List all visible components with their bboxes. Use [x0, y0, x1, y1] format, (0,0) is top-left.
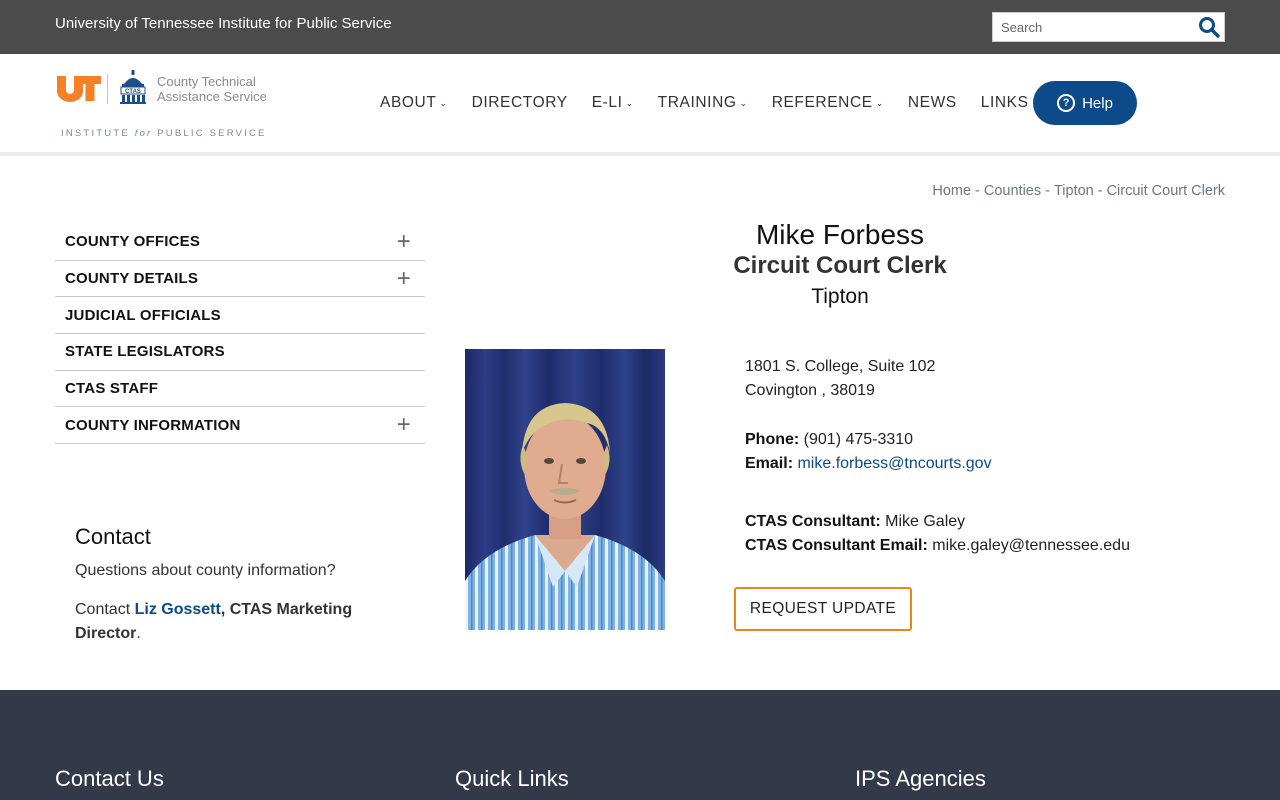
- help-button[interactable]: ? Help: [1033, 81, 1137, 125]
- email-label: Email:: [745, 455, 794, 472]
- logo-divider: [107, 74, 108, 104]
- consultant-row: CTAS Consultant: Mike Galey: [745, 510, 1225, 534]
- main-nav: ABOUT ⌄ DIRECTORY E-LI ⌄ TRAINING ⌄ REFEREN…: [368, 81, 1041, 125]
- official-title: Circuit Court Clerk: [733, 252, 947, 279]
- contact-box: Contact Questions about county informati…: [75, 524, 415, 646]
- top-bar: University of Tennessee Institute for Pu…: [0, 0, 1280, 54]
- search-box[interactable]: [992, 12, 1225, 42]
- sidebar-item-label: JUDICIAL OFFICIALS: [65, 306, 221, 324]
- consultant-email: mike.galey@tennessee.edu: [927, 537, 1130, 554]
- nav-directory-label: DIRECTORY: [471, 94, 568, 111]
- breadcrumb-home[interactable]: Home: [932, 183, 971, 199]
- ctas-name: County Technical Assistance Service: [157, 74, 267, 104]
- contact-question: Questions about county information?: [75, 562, 336, 579]
- sidebar-item-county-offices[interactable]: COUNTY OFFICES +: [55, 224, 425, 261]
- ctas-logo[interactable]: CTAS County Technical Assistance Service…: [55, 68, 285, 139]
- chevron-down-icon: ⌄: [739, 97, 748, 108]
- nav-reference[interactable]: REFERENCE ⌄: [760, 94, 896, 112]
- email-row: Email: mike.forbess@tncourts.gov: [745, 452, 1225, 476]
- sidebar-item-label: STATE LEGISLATORS: [65, 343, 225, 361]
- sidebar-item-judicial-officials[interactable]: JUDICIAL OFFICIALS: [55, 297, 425, 335]
- chevron-down-icon: ⌄: [439, 97, 448, 108]
- nav-training[interactable]: TRAINING ⌄: [646, 94, 760, 112]
- expand-plus-icon[interactable]: +: [397, 413, 411, 437]
- nav-links[interactable]: LINKS: [969, 94, 1041, 112]
- nav-reference-label: REFERENCE: [771, 94, 873, 111]
- nav-directory[interactable]: DIRECTORY: [460, 94, 580, 112]
- chevron-down-icon: ⌄: [875, 97, 884, 108]
- ctas-name-line1: County Technical: [157, 74, 256, 89]
- header-divider: [0, 152, 1280, 156]
- consultant-name: Mike Galey: [880, 513, 966, 530]
- official-name: Mike Forbess: [755, 219, 925, 250]
- contact-heading: Contact: [75, 524, 151, 549]
- ips-tagline-for: for: [134, 128, 153, 139]
- sidebar-item-county-information[interactable]: COUNTY INFORMATION +: [55, 407, 425, 445]
- nav-training-label: TRAINING: [657, 94, 737, 111]
- breadcrumb-separator: -: [1097, 183, 1103, 199]
- institute-name[interactable]: University of Tennessee Institute for Pu…: [55, 15, 392, 32]
- consultant-email-label: CTAS Consultant Email:: [745, 537, 928, 554]
- contact-suffix: .: [136, 625, 141, 642]
- nav-about[interactable]: ABOUT ⌄: [368, 94, 460, 112]
- sidebar-item-label: CTAS STAFF: [65, 380, 159, 398]
- email-link[interactable]: mike.forbess@tncourts.gov: [797, 455, 991, 472]
- question-circle-icon: ?: [1057, 94, 1076, 112]
- breadcrumb: Home - Counties - Tipton - Circuit Court Clerk: [932, 183, 1225, 199]
- request-update-button[interactable]: REQUEST UPDATE: [734, 587, 912, 631]
- nav-news-label: NEWS: [907, 94, 957, 111]
- ctas-name-line2: Assistance Service: [157, 89, 267, 104]
- nav-e-li-label: E-LI: [591, 94, 623, 111]
- chevron-down-icon: ⌄: [625, 97, 634, 108]
- ips-tagline-start: INSTITUTE: [61, 128, 135, 139]
- search-icon[interactable]: [1198, 16, 1220, 38]
- nav-links-label: LINKS: [980, 94, 1029, 111]
- help-label: Help: [1082, 94, 1113, 112]
- nav-about-label: ABOUT: [380, 94, 437, 111]
- breadcrumb-current[interactable]: Circuit Court Clerk: [1107, 183, 1225, 199]
- contact-prefix: Contact: [75, 601, 135, 618]
- phone-label: Phone:: [745, 431, 800, 448]
- footer-contact-heading: Contact Us: [55, 766, 164, 791]
- breadcrumb-counties[interactable]: Counties: [984, 183, 1041, 199]
- expand-plus-icon[interactable]: +: [397, 266, 411, 290]
- ctas-seal-text: CTAS: [125, 89, 141, 95]
- phone-value: (901) 475-3310: [799, 431, 914, 448]
- consultant-email-row: CTAS Consultant Email: mike.galey@tennes…: [745, 534, 1225, 558]
- sidebar-item-label: COUNTY DETAILS: [65, 270, 199, 288]
- address-line2: Covington , 38019: [745, 382, 875, 399]
- capitol-dome-icon: CTAS: [120, 70, 146, 104]
- breadcrumb-separator: -: [1045, 183, 1050, 199]
- phone-row: Phone: (901) 475-3310: [745, 428, 1225, 452]
- nav-news[interactable]: NEWS: [896, 94, 969, 112]
- breadcrumb-separator: -: [975, 183, 980, 199]
- footer-ips-agencies-heading: IPS Agencies: [855, 766, 986, 791]
- ut-logo-icon: [57, 76, 101, 102]
- sidebar-item-county-details[interactable]: COUNTY DETAILS +: [55, 261, 425, 298]
- sidebar-item-label: COUNTY INFORMATION: [65, 416, 241, 434]
- site-footer: Contact Us Quick Links IPS Agencies: [0, 690, 1280, 800]
- site-header: CTAS County Technical Assistance Service…: [0, 54, 1280, 152]
- address-line1: 1801 S. College, Suite 102: [745, 358, 936, 375]
- ips-tagline-end: PUBLIC SERVICE: [152, 128, 267, 139]
- official-photo: [465, 349, 665, 630]
- consultant-label: CTAS Consultant:: [745, 513, 881, 530]
- nav-e-li[interactable]: E-LI ⌄: [580, 94, 646, 112]
- footer-quick-links-heading: Quick Links: [455, 766, 569, 791]
- search-input[interactable]: [993, 13, 1193, 41]
- sidebar-item-ctas-staff[interactable]: CTAS STAFF: [55, 371, 425, 408]
- breadcrumb-county[interactable]: Tipton: [1054, 183, 1094, 199]
- official-header: Mike Forbess Circuit Court Clerk Tipton: [660, 218, 1020, 314]
- official-details: 1801 S. College, Suite 102 Covington , 3…: [745, 355, 1225, 558]
- county-sidebar-menu: COUNTY OFFICES + COUNTY DETAILS + JUDICI…: [55, 224, 425, 445]
- contact-text: Contact Liz Gossett, CTAS Marketing Dire…: [75, 598, 415, 646]
- sidebar-item-state-legislators[interactable]: STATE LEGISLATORS: [55, 334, 425, 371]
- ips-tagline: INSTITUTE for PUBLIC SERVICE: [61, 128, 267, 139]
- expand-plus-icon[interactable]: +: [397, 230, 411, 254]
- sidebar-item-label: COUNTY OFFICES: [65, 233, 201, 251]
- contact-person-link[interactable]: Liz Gossett: [135, 601, 221, 618]
- official-county: Tipton: [811, 285, 869, 308]
